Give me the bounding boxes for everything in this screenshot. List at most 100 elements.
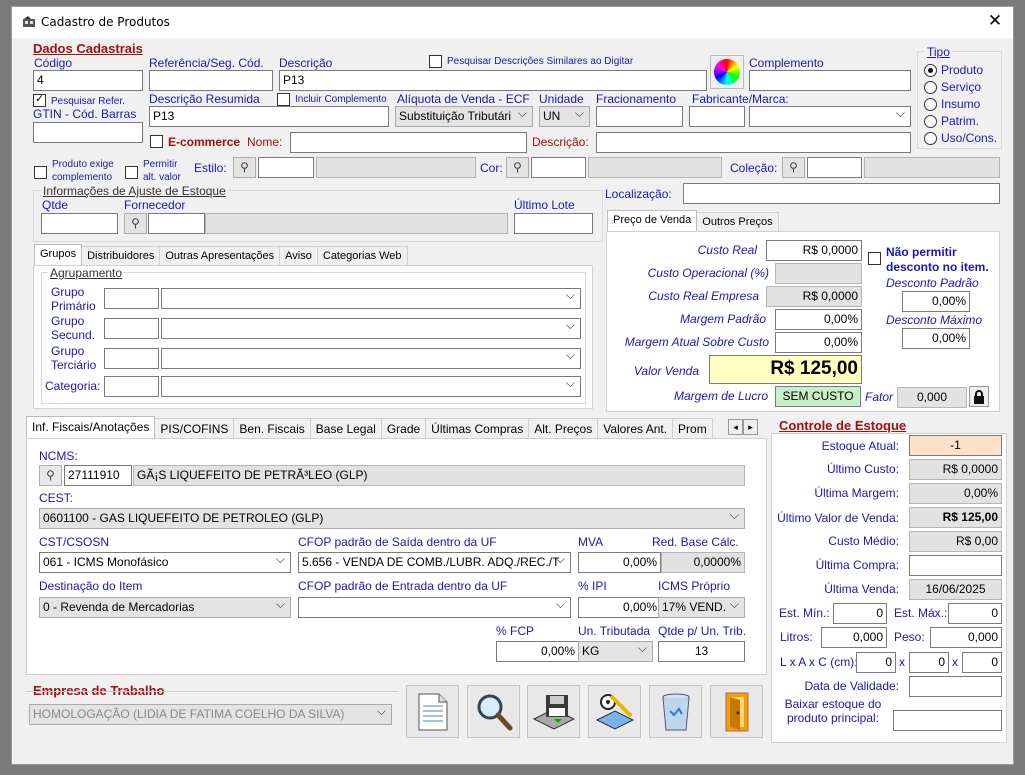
left-tab-1[interactable]: Distribuidores [81,246,161,266]
tipo-radio-1[interactable] [924,81,937,94]
color-wheel-button[interactable] [710,55,744,89]
cor-search-icon[interactable]: ⚲ [506,157,529,178]
grupo-primario-code[interactable] [104,288,159,309]
valor-venda-input[interactable]: R$ 125,00 [709,355,862,384]
delete-button[interactable] [649,685,702,738]
custo-real-input[interactable]: R$ 0,0000 [766,240,862,261]
exit-button[interactable] [710,685,763,738]
close-icon[interactable]: ✕ [985,11,1005,31]
complemento-input[interactable] [749,70,911,91]
aliquota-select[interactable]: Substituição Tributári [395,106,533,127]
baixar-estoque-input[interactable] [893,710,1002,731]
un-trib-select[interactable]: KG [578,641,653,662]
fiscal-tab-0[interactable]: Inf. Fiscais/Anotações [26,416,156,438]
cor-code-input[interactable] [531,157,586,178]
left-tab-0[interactable]: Grupos [34,244,83,266]
localizacao-input[interactable] [683,183,1000,204]
tipo-radio-0[interactable] [924,64,937,77]
colecao-code-input[interactable] [807,157,862,178]
left-tab-3[interactable]: Aviso [279,246,318,266]
ncms-code-input[interactable]: 27111910 [64,465,132,486]
exige-complemento-checkbox[interactable] [34,166,47,179]
margem-atual-input[interactable]: 0,00% [775,332,862,353]
fcp-input[interactable]: 0,00% [496,641,579,662]
est-max-input[interactable]: 0 [948,603,1002,624]
comprimento-l-input[interactable]: 0 [856,652,896,673]
fabricante-select[interactable] [749,106,911,127]
fabricante-code-input[interactable] [689,106,745,127]
desconto-padrao-input[interactable]: 0,00% [902,291,970,312]
ultimo-lote-input[interactable] [514,213,593,234]
tab-scroll-left-icon[interactable]: ◂ [728,419,743,435]
referencia-input[interactable] [149,70,273,91]
altura-a-input[interactable]: 0 [909,652,949,673]
search-button[interactable] [467,685,520,738]
unidade-select[interactable]: UN [539,106,590,127]
fiscal-tab-4[interactable]: Grade [380,418,427,438]
cfop-entrada-select[interactable] [298,597,571,618]
mva-input[interactable]: 0,00% [578,552,661,573]
grupo-secundario-code[interactable] [104,318,159,339]
fiscal-tab-8[interactable]: Prom [672,418,713,438]
nao-permitir-checkbox[interactable] [868,252,881,265]
grupo-terciario-code[interactable] [104,348,159,369]
peso-input[interactable]: 0,000 [930,627,1002,648]
edit-button[interactable] [588,685,641,738]
left-tab-2[interactable]: Outras Apresentações [159,246,281,266]
ecommerce-descricao-input[interactable] [596,132,911,153]
descricao-input[interactable]: P13 [279,70,707,91]
fiscal-tab-5[interactable]: Últimas Compras [425,418,530,438]
fracionamento-input[interactable] [596,106,683,127]
destinacao-select[interactable]: 0 - Revenda de Mercadorias [39,597,291,618]
incluir-complemento-checkbox[interactable] [277,93,290,106]
ipi-input[interactable]: 0,00% [578,597,661,618]
fornecedor-code-input[interactable] [148,213,205,234]
tipo-radio-4[interactable] [924,132,937,145]
fornecedor-search-icon[interactable]: ⚲ [124,213,147,234]
fiscal-tab-3[interactable]: Base Legal [309,418,382,438]
fiscal-tab-6[interactable]: Alt. Preços [528,418,599,438]
estilo-search-icon[interactable]: ⚲ [233,157,256,178]
desc-resumida-input[interactable]: P13 [149,106,389,127]
colecao-search-icon[interactable]: ⚲ [782,157,805,178]
ecommerce-nome-input[interactable] [290,132,527,153]
save-button[interactable] [527,685,580,738]
tab-scroll-right-icon[interactable]: ▸ [743,419,758,435]
ncms-search-icon[interactable]: ⚲ [39,465,62,486]
categoria-code[interactable] [104,376,159,397]
preco-tab-1[interactable]: Outros Preços [696,212,779,232]
grupo-secundario-select[interactable] [161,318,581,339]
left-tab-4[interactable]: Categorias Web [316,246,408,266]
ecommerce-checkbox[interactable] [150,135,163,148]
grupo-terciario-select[interactable] [161,348,581,369]
estilo-code-input[interactable] [258,157,314,178]
fiscal-tab-7[interactable]: Valores Ant. [597,418,674,438]
cest-select[interactable]: 0601100 - GAS LIQUEFEITO DE PETROLEO (GL… [39,508,745,529]
gtin-input[interactable] [33,122,143,143]
est-min-input[interactable]: 0 [833,603,887,624]
lock-button[interactable] [969,386,989,407]
qtde-trib-input[interactable]: 13 [658,641,745,662]
validade-input[interactable] [909,676,1002,697]
categoria-select[interactable] [161,376,581,397]
preco-tab-0[interactable]: Preço de Venda [607,210,698,232]
desconto-maximo-input[interactable]: 0,00% [902,328,970,349]
tipo-radio-2[interactable] [924,98,937,111]
pesquisar-refer-checkbox[interactable] [33,92,46,107]
fiscal-tab-2[interactable]: Ben. Fiscais [233,418,311,438]
cfop-saida-select[interactable]: 5.656 - VENDA DE COMB./LUBR. ADQ./REC./T [298,552,571,573]
fiscal-tab-1[interactable]: PIS/COFINS [154,418,235,438]
cst-select[interactable]: 061 - ICMS Monofásico [39,552,291,573]
new-document-button[interactable] [406,685,459,738]
empresa-select[interactable]: HOMOLOGAÇÃO (LIDIA DE FATIMA COELHO DA S… [29,704,392,725]
icms-select[interactable]: 17% VEND. [658,597,745,618]
comprimento-c-input[interactable]: 0 [962,652,1002,673]
codigo-input[interactable]: 4 [33,70,143,91]
grupo-primario-select[interactable] [161,288,581,309]
tipo-radio-3[interactable] [924,115,937,128]
permitir-alt-checkbox[interactable] [125,166,138,179]
qtde-input[interactable] [41,213,118,234]
margem-padrao-input[interactable]: 0,00% [775,309,862,330]
pesquisar-similares-checkbox[interactable] [429,55,442,68]
litros-input[interactable]: 0,000 [821,627,887,648]
